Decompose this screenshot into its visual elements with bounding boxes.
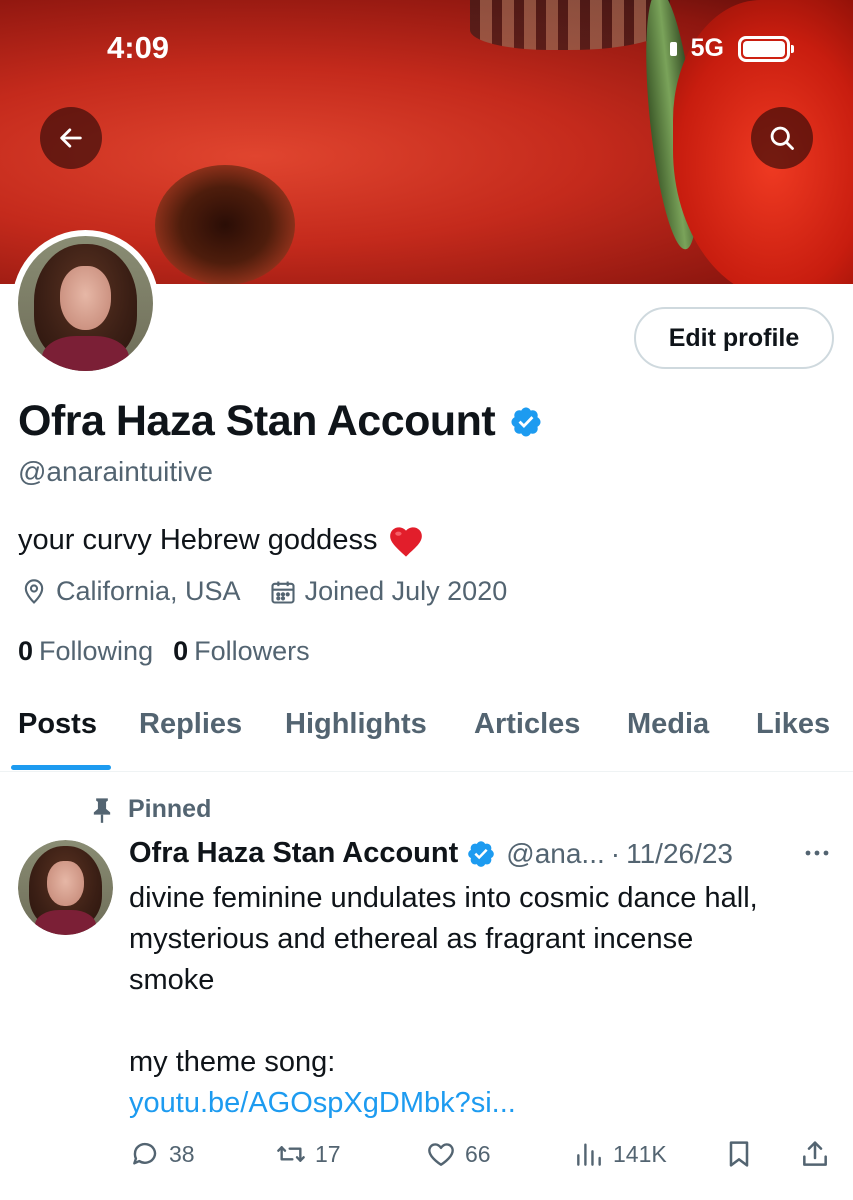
views-chart-icon	[577, 1143, 601, 1166]
calendar-icon	[271, 581, 295, 604]
tab-articles[interactable]: Articles	[474, 708, 580, 741]
profile-meta: California, USA Joined July 2020	[20, 576, 535, 607]
views-button[interactable]: 141K	[573, 1138, 667, 1170]
profile-avatar[interactable]	[12, 230, 159, 377]
repost-icon	[277, 1146, 305, 1162]
following-count: 0	[18, 636, 34, 666]
tweet-theme-line: my theme song:	[129, 1046, 336, 1078]
tweet-actions: 38 17 66 141K	[129, 1138, 839, 1178]
tweet-avatar-image	[18, 840, 113, 935]
follow-stats: 0 Following 0 Followers	[18, 636, 310, 667]
network-type: 5G	[690, 34, 724, 62]
following-link[interactable]: 0 Following	[18, 636, 153, 667]
profile-page: 4:09 5G Edit profile Ofra Haza Stan Acco…	[0, 0, 853, 1200]
profile-handle: @anaraintuitive	[18, 456, 213, 487]
profile-bio: your curvy Hebrew goddess	[18, 522, 425, 558]
repost-count: 17	[315, 1140, 341, 1167]
share-icon	[803, 1141, 827, 1166]
profile-tabs: Posts Replies Highlights Articles Media …	[0, 700, 853, 772]
joined-text: Joined July 2020	[304, 576, 508, 606]
signal-icon	[669, 41, 677, 56]
tweet-text-line: divine feminine undulates into cosmic da…	[129, 882, 758, 914]
location-pin-icon	[24, 578, 44, 604]
tweet-author-avatar[interactable]	[18, 840, 113, 935]
reply-button[interactable]: 38	[129, 1138, 195, 1170]
status-time: 4:09	[107, 30, 170, 65]
tweet-author-handle[interactable]: @ana...	[506, 838, 604, 870]
followers-label: Followers	[194, 636, 310, 666]
joined-date: Joined July 2020	[269, 576, 508, 607]
bio-text: your curvy Hebrew goddess	[18, 523, 378, 556]
verified-badge-icon[interactable]	[509, 405, 543, 439]
tweet-text-line: mysterious and ethereal as fragrant ince…	[129, 923, 694, 955]
following-label: Following	[39, 636, 154, 666]
tab-highlights[interactable]: Highlights	[285, 708, 427, 741]
repost-button[interactable]: 17	[275, 1138, 341, 1170]
pinned-label: Pinned	[128, 795, 212, 823]
tab-media[interactable]: Media	[627, 708, 709, 741]
pin-icon	[93, 797, 111, 823]
pinned-indicator: Pinned	[90, 795, 211, 824]
location-text: California, USA	[56, 576, 241, 606]
share-button[interactable]	[799, 1138, 831, 1170]
views-count: 141K	[613, 1140, 667, 1167]
banner-beads	[470, 0, 670, 50]
tweet-author-name[interactable]: Ofra Haza Stan Account	[129, 837, 458, 870]
like-heart-icon	[428, 1143, 454, 1166]
avatar-image	[18, 236, 153, 371]
search-icon	[770, 126, 794, 150]
reply-count: 38	[169, 1140, 195, 1167]
followers-count: 0	[173, 636, 189, 666]
active-tab-indicator	[11, 765, 111, 770]
tweet-body[interactable]: divine feminine undulates into cosmic da…	[129, 878, 844, 1124]
display-name: Ofra Haza Stan Account	[18, 397, 543, 446]
like-button[interactable]: 66	[425, 1138, 491, 1170]
battery-icon	[738, 35, 794, 62]
more-options-icon[interactable]	[803, 843, 831, 863]
bookmark-icon	[729, 1141, 749, 1167]
reply-icon	[133, 1142, 157, 1165]
tab-replies[interactable]: Replies	[139, 708, 242, 741]
verified-badge-icon[interactable]	[466, 839, 496, 869]
tweet-separator: ·	[610, 837, 621, 869]
search-button[interactable]	[751, 107, 813, 169]
heart-emoji-icon	[390, 527, 423, 557]
back-button[interactable]	[40, 107, 102, 169]
tab-likes[interactable]: Likes	[756, 708, 830, 741]
location: California, USA	[20, 576, 241, 607]
like-count: 66	[465, 1140, 491, 1167]
tweet-date[interactable]: 11/26/23	[626, 838, 733, 870]
bookmark-button[interactable]	[723, 1138, 755, 1170]
arrow-left-icon	[60, 128, 82, 148]
status-indicators: 5G	[669, 34, 794, 63]
tab-posts[interactable]: Posts	[18, 708, 97, 741]
display-name-text: Ofra Haza Stan Account	[18, 397, 496, 445]
tweet-text-line: smoke	[129, 964, 215, 996]
edit-profile-button[interactable]: Edit profile	[634, 307, 834, 369]
tweet-header: Ofra Haza Stan Account @ana... · 11/26/2…	[129, 837, 839, 870]
tweet-link[interactable]: youtu.be/AGOspXgDMbk?si...	[129, 1083, 844, 1124]
followers-link[interactable]: 0 Followers	[173, 636, 310, 667]
banner-pomegranate-crown	[155, 165, 295, 284]
